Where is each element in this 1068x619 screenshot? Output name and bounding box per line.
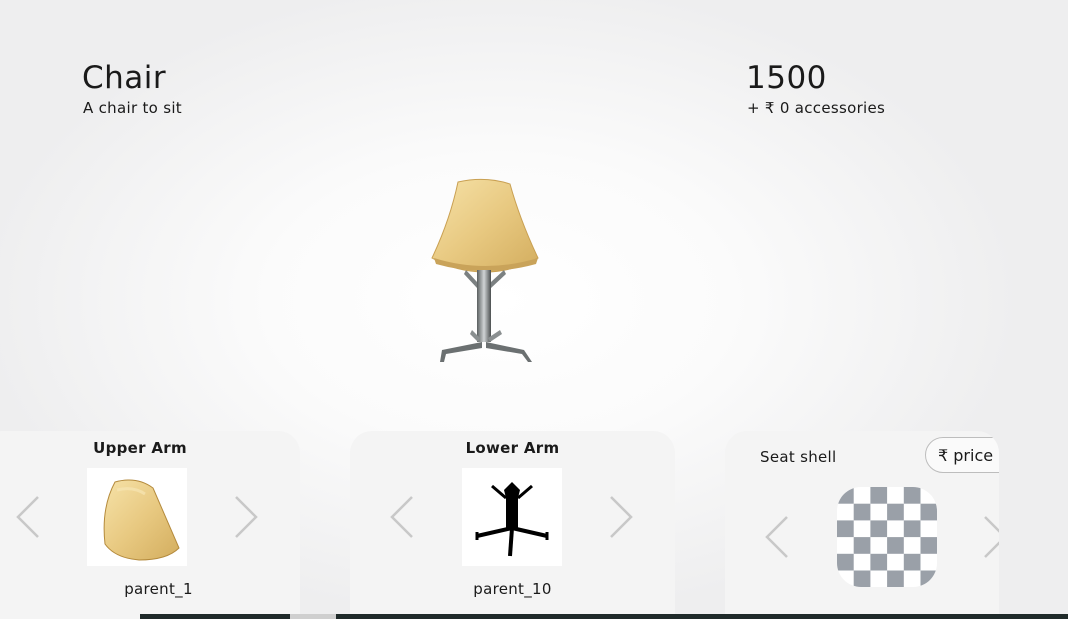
bottom-scroll-thumb[interactable] (290, 614, 336, 619)
chevron-left-icon[interactable] (14, 493, 44, 541)
accessories-price: + ₹ 0 accessories (747, 99, 886, 117)
chair-render-icon (431, 178, 539, 362)
chevron-right-icon[interactable] (605, 493, 635, 541)
lower-arm-thumbnail[interactable] (462, 468, 562, 566)
chevron-left-icon[interactable] (388, 493, 418, 541)
chair-3d-view[interactable] (420, 170, 550, 370)
seat-shell-thumbnail-icon (103, 479, 180, 561)
chair-base-thumbnail-icon (475, 482, 549, 557)
lower-arm-title: Lower Arm (465, 439, 560, 457)
chevron-left-icon[interactable] (763, 513, 793, 561)
price-button[interactable]: ₹ price (925, 437, 999, 473)
upper-arm-thumbnail[interactable] (87, 468, 187, 566)
seat-shell-card: Seat shell ₹ price (725, 431, 999, 619)
product-description: A chair to sit (83, 99, 182, 117)
price-total: 1500 (746, 60, 827, 96)
lower-arm-selection: parent_10 (473, 580, 552, 598)
upper-arm-card: Upper Arm parent_1 (0, 431, 300, 619)
product-title: Chair (82, 60, 167, 96)
chevron-right-icon[interactable] (979, 513, 999, 561)
chevron-right-icon[interactable] (230, 493, 260, 541)
bottom-scroll-track[interactable] (140, 614, 1068, 619)
seat-shell-title: Seat shell (760, 448, 837, 466)
upper-arm-title: Upper Arm (93, 439, 187, 457)
seat-shell-thumbnail[interactable] (837, 487, 937, 587)
transparent-placeholder-icon (837, 487, 937, 587)
lower-arm-card: Lower Arm parent_10 (350, 431, 675, 619)
upper-arm-selection: parent_1 (124, 580, 193, 598)
